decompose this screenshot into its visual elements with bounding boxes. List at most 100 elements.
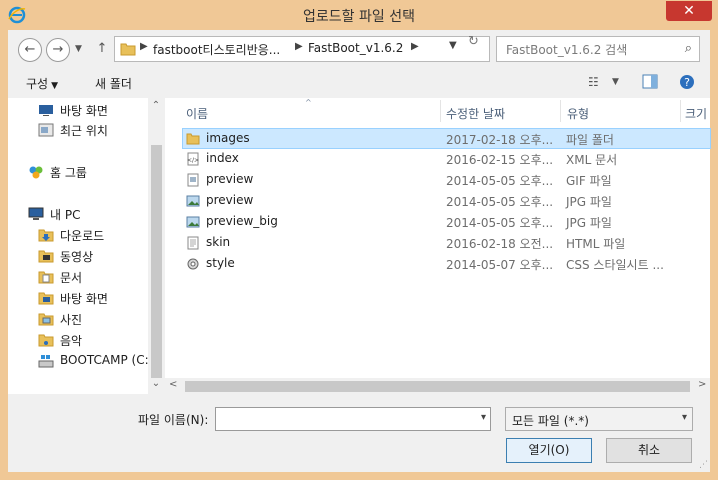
chevron-down-icon[interactable]: ▾ [682,412,687,423]
scroll-right-icon[interactable]: > [698,379,706,390]
search-icon[interactable]: ⌕ [685,41,692,56]
column-header-name[interactable]: 이름 [186,105,208,122]
organize-menu[interactable]: 구성 ▼ [26,75,58,92]
back-button[interactable]: ← [18,38,42,62]
file-name: skin [206,235,231,249]
file-name: images [206,131,250,145]
css-file-icon [187,258,199,270]
breadcrumb-separator-icon[interactable]: ▶ [140,41,148,52]
html-file-icon [187,236,199,250]
file-modified: 2014-05-05 오후... [446,216,554,230]
view-dropdown-icon[interactable]: ▼ [612,77,619,87]
downloads-folder-icon [38,229,54,242]
image-file-icon [186,216,200,228]
file-type: XML 문서 [566,153,618,167]
recent-locations-chevron-icon[interactable]: ▼ [75,44,82,54]
file-modified: 2014-05-05 오후... [446,174,554,188]
sidebar-item-recent-places[interactable]: 최근 위치 [8,120,148,140]
sidebar-item-label: 바탕 화면 [60,292,108,306]
column-divider[interactable] [560,100,561,122]
scroll-up-icon[interactable]: ⌃ [148,100,164,111]
address-bar[interactable]: ▶ fastboot티스토리반응... ▶ FastBoot_v1.6.2 ▶ … [114,36,490,62]
file-row[interactable]: preview 2014-05-05 오후... JPG 파일 [183,191,710,211]
sidebar-item-label: 사진 [60,313,83,327]
filetype-value: 모든 파일 (*.*) [512,414,589,428]
close-button[interactable]: ✕ [666,1,712,21]
sidebar-item-label: 문서 [60,271,83,285]
sidebar-item-pictures[interactable]: 사진 [8,309,148,329]
homegroup-icon [29,166,43,179]
view-options-icon[interactable]: ☷ [588,75,599,89]
pictures-folder-icon [38,313,54,326]
preview-pane-icon[interactable] [642,74,658,89]
file-name: preview [206,193,254,207]
column-header-modified[interactable]: 수정한 날짜 [446,105,505,122]
computer-icon [28,207,44,220]
file-row[interactable]: preview_big 2014-05-05 오후... JPG 파일 [183,212,710,232]
sidebar-item-label: 음악 [60,334,83,348]
svg-text:?: ? [684,76,690,89]
scrollbar-thumb[interactable] [151,145,162,378]
new-folder-button[interactable]: 새 폴더 [95,75,132,92]
help-icon[interactable]: ? [679,74,695,90]
window-title: 업로드할 파일 선택 [303,9,415,25]
horizontal-scrollbar[interactable]: < > [165,378,710,394]
dialog-client: ← → ▼ ↑ ▶ fastboot티스토리반응... ▶ FastBoot_v… [8,30,711,472]
sidebar-item-downloads[interactable]: 다운로드 [8,225,148,245]
file-name: preview_big [206,214,278,228]
address-dropdown-icon[interactable]: ▼ [449,40,457,51]
sidebar-item-label: 최근 위치 [60,124,108,138]
scroll-down-icon[interactable]: ⌄ [148,378,164,389]
file-type: CSS 스타일시트 ... [566,258,664,272]
file-row[interactable]: skin 2016-02-18 오전... HTML 파일 [183,233,710,253]
file-type: JPG 파일 [566,195,612,209]
scrollbar-thumb[interactable] [185,381,690,392]
sidebar-item-this-pc[interactable]: 내 PC [8,204,148,224]
resize-grip-icon[interactable]: ⋰ [699,460,708,470]
file-type: GIF 파일 [566,174,612,188]
sidebar-item-label: 홈 그룹 [50,166,87,180]
filename-input[interactable]: ▾ [215,407,491,431]
up-button[interactable]: ↑ [94,39,110,59]
breadcrumb-item[interactable]: FastBoot_v1.6.2 [308,41,403,55]
file-name: style [206,256,235,270]
sidebar-item-documents[interactable]: 문서 [8,267,148,287]
refresh-icon[interactable]: ↻ [468,34,479,49]
file-row[interactable]: preview 2014-05-05 오후... GIF 파일 [183,170,710,190]
image-file-icon [186,195,200,207]
column-header-size[interactable]: 크기 [685,105,707,122]
title-bar[interactable]: 업로드할 파일 선택 ✕ [0,0,718,30]
filetype-select[interactable]: 모든 파일 (*.*) ▾ [505,407,693,431]
file-modified: 2014-05-07 오후... [446,258,554,272]
sidebar-item-music[interactable]: 음악 [8,330,148,350]
file-row[interactable]: images 2017-02-18 오후... 파일 폴더 [182,128,711,149]
sidebar-item-bootcamp-drive[interactable]: BOOTCAMP (C:) [8,351,153,371]
sidebar-item-homegroup[interactable]: 홈 그룹 [8,162,148,182]
sidebar-item-videos[interactable]: 동영상 [8,246,148,266]
sidebar-item-desktop[interactable]: 바탕 화면 [8,100,148,120]
column-header-type[interactable]: 유형 [567,105,589,122]
file-row[interactable]: style 2014-05-07 오후... CSS 스타일시트 ... [183,254,710,274]
sidebar-item-desktop-folder[interactable]: 바탕 화면 [8,288,148,308]
music-folder-icon [38,334,54,347]
column-divider[interactable] [440,100,441,122]
drive-icon [38,355,54,368]
cancel-button[interactable]: 취소 [606,438,692,463]
file-row[interactable]: </> index 2016-02-15 오후... XML 문서 [183,149,710,169]
chevron-down-icon[interactable]: ▾ [481,412,486,423]
sidebar-item-label: 바탕 화면 [60,104,108,118]
search-box[interactable]: FastBoot_v1.6.2 검색 ⌕ [496,36,700,62]
file-name: index [206,151,239,165]
breadcrumb-separator-icon[interactable]: ▶ [295,41,303,52]
navigation-scrollbar[interactable]: ⌃ ⌄ [148,98,164,394]
folder-icon [120,43,136,56]
forward-button[interactable]: → [46,38,70,62]
file-name: preview [206,172,254,186]
breadcrumb-item[interactable]: fastboot티스토리반응... [153,41,280,58]
open-button[interactable]: 열기(O) [506,438,592,463]
file-type: 파일 폴더 [566,133,614,147]
scroll-left-icon[interactable]: < [169,379,177,390]
column-divider[interactable] [680,100,681,122]
breadcrumb-separator-icon[interactable]: ▶ [411,41,419,52]
svg-text:</>: </> [187,157,199,164]
